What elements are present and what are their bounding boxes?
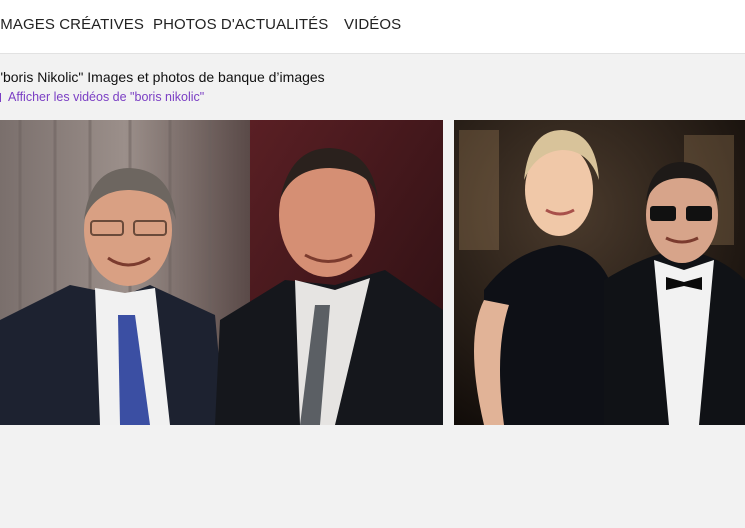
result-image-1[interactable] <box>0 120 443 425</box>
show-videos-label: Afficher les vidéos de "boris nikolic" <box>8 90 205 104</box>
tab-news-photos[interactable]: PHOTOS D'ACTUALITÉS <box>153 16 328 33</box>
results-heading: "boris Nikolic" Images et photos de banq… <box>0 69 325 85</box>
tab-videos[interactable]: VIDÉOS <box>344 16 401 33</box>
video-icon <box>0 92 1 102</box>
top-navigation: IMAGES CRÉATIVES PHOTOS D'ACTUALITÉS VID… <box>0 0 745 54</box>
result-image-2[interactable] <box>454 120 745 425</box>
tab-creative-images[interactable]: IMAGES CRÉATIVES <box>0 16 144 33</box>
photo-woman-and-man-at-gala <box>454 120 745 425</box>
show-videos-link[interactable]: Afficher les vidéos de "boris nikolic" <box>0 90 204 104</box>
photo-two-men-in-suits <box>0 120 443 425</box>
